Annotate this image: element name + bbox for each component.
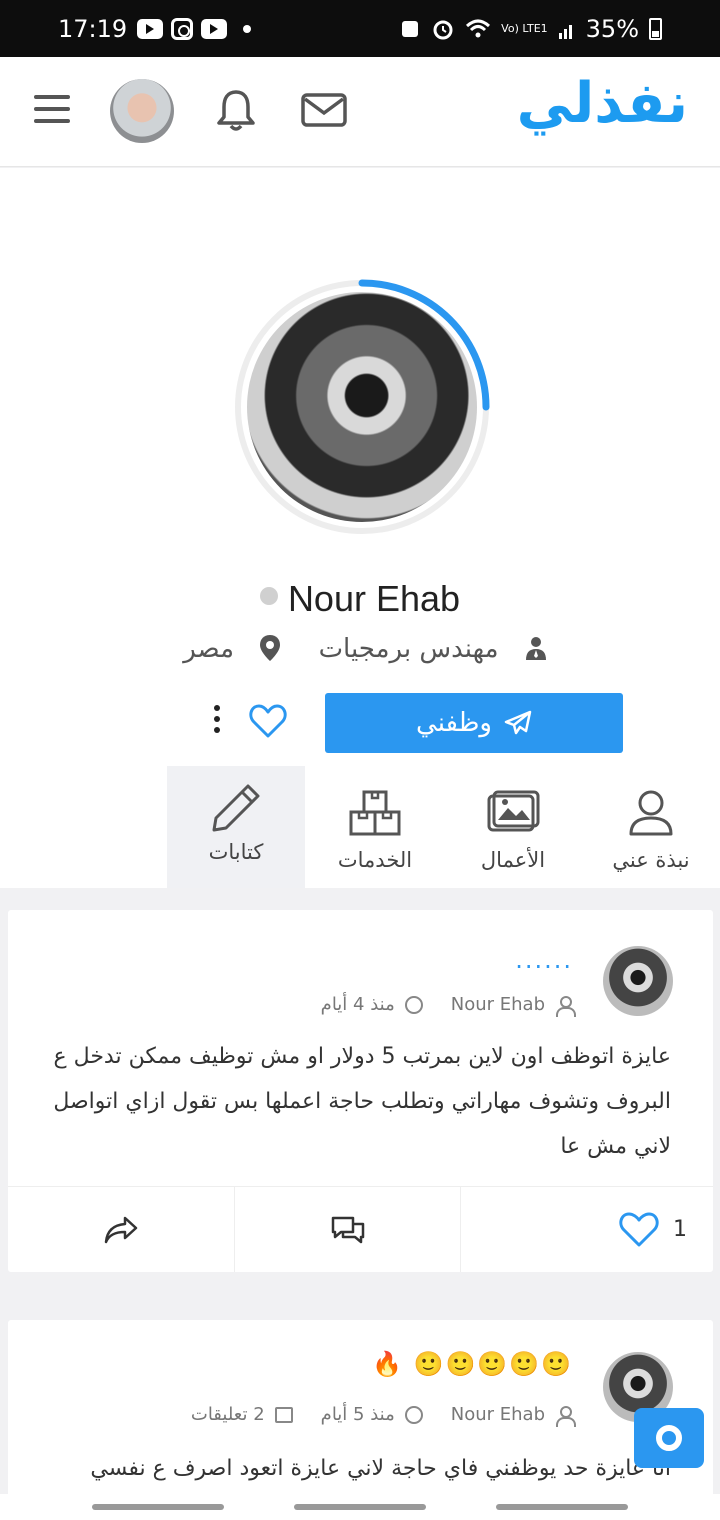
post-title[interactable]: ...... — [515, 946, 573, 974]
post-comments-text: 2 تعليقات — [190, 1404, 265, 1425]
battery-percent: 35% — [585, 14, 639, 43]
tab-writings[interactable]: كتابات — [167, 766, 305, 888]
system-icons: Vo) LTE1 35% — [399, 15, 662, 43]
battery-icon — [649, 17, 662, 40]
share-icon — [104, 1216, 138, 1243]
profile-avatar — [233, 278, 491, 536]
instagram-icon — [171, 17, 194, 40]
location-text: مصر — [183, 634, 235, 664]
tab-works[interactable]: الأعمال — [444, 766, 582, 888]
tab-works-label: الأعمال — [480, 848, 546, 872]
tab-about-label: نبذة عني — [612, 848, 690, 872]
post-time: منذ 4 أيام — [321, 994, 423, 1015]
post-card: ...... Nour Ehab منذ 4 أيام عايزة اتوظف … — [8, 910, 713, 1272]
clock-icon — [404, 1405, 423, 1424]
clock-icon — [404, 995, 423, 1014]
boxes-icon — [349, 790, 401, 836]
share-button[interactable] — [8, 1187, 235, 1272]
comment-button[interactable] — [235, 1187, 462, 1272]
user-icon — [629, 790, 673, 836]
mail-icon[interactable] — [301, 93, 347, 127]
profile-meta: مهندس برمجيات مصر — [0, 634, 720, 664]
nav-handle[interactable] — [92, 1504, 224, 1510]
profile-tabs: نبذة عني الأعمال الخدمات كتابات — [0, 766, 720, 888]
profile-photo — [247, 292, 477, 522]
network-label: Vo) LTE1 — [501, 22, 548, 35]
post-actions: 1 — [8, 1187, 713, 1272]
comments-icon — [331, 1216, 364, 1243]
fire-icon: 🔥 — [372, 1350, 404, 1378]
nav-handle[interactable] — [496, 1504, 628, 1510]
like-button[interactable]: 1 — [461, 1187, 713, 1272]
post-card: 🙂🙂🙂🙂🙂 🔥 Nour Ehab منذ 5 أيام 2 تعليقات ا… — [8, 1320, 713, 1500]
upload-icon — [402, 20, 419, 37]
bell-icon[interactable] — [214, 87, 258, 133]
tab-about[interactable]: نبذة عني — [582, 766, 720, 888]
youtube-icon — [137, 18, 164, 39]
wifi-icon — [466, 19, 491, 37]
paper-plane-icon — [504, 710, 532, 735]
tab-writings-label: كتابات — [208, 840, 264, 864]
comment-icon — [274, 1406, 293, 1423]
tab-services[interactable]: الخدمات — [306, 766, 444, 888]
profile-name-text: Nour Ehab — [287, 578, 461, 619]
avatar[interactable] — [110, 79, 174, 143]
status-bar: 17:19 Vo) LTE1 35% — [0, 0, 720, 57]
favorite-heart-icon[interactable] — [248, 701, 288, 741]
post-title[interactable]: 🙂🙂🙂🙂🙂 🔥 — [372, 1350, 573, 1378]
more-options-icon[interactable] — [210, 705, 224, 737]
user-icon — [555, 995, 576, 1017]
post-author-name: Nour Ehab — [450, 994, 545, 1015]
youtube-icon — [201, 18, 228, 39]
post-comments[interactable]: 2 تعليقات — [191, 1404, 293, 1425]
life-ring-icon — [656, 1425, 682, 1451]
system-nav-bar — [0, 1494, 720, 1520]
job-title-text: مهندس برمجيات — [318, 634, 499, 664]
post-time: منذ 5 أيام — [321, 1404, 423, 1425]
app-header: نفذلي — [0, 57, 720, 167]
support-button[interactable] — [634, 1408, 704, 1468]
post-body: عايزة اتوظف اون لاين بمرتب 5 دولار او مش… — [53, 1044, 671, 1159]
post-meta: Nour Ehab منذ 4 أيام — [321, 994, 576, 1017]
post-author[interactable]: Nour Ehab — [450, 1404, 576, 1427]
nav-handle[interactable] — [294, 1504, 426, 1510]
gallery-icon — [487, 790, 540, 832]
status-time: 17:19 — [58, 14, 128, 43]
logo[interactable]: نفذلي — [517, 71, 688, 136]
user-icon — [555, 1405, 576, 1427]
post-author-name: Nour Ehab — [450, 1404, 545, 1425]
online-status-dot — [259, 587, 278, 605]
dot-icon — [243, 24, 252, 33]
heart-icon — [619, 1212, 659, 1246]
map-pin-icon — [260, 635, 281, 661]
post-time-text: منذ 4 أيام — [320, 994, 395, 1015]
alarm-icon — [433, 20, 453, 39]
user-tie-icon — [525, 637, 546, 660]
hire-me-label: وظفني — [416, 708, 492, 738]
pencil-icon — [212, 784, 260, 832]
hamburger-icon[interactable] — [34, 95, 70, 125]
tab-services-label: الخدمات — [337, 848, 413, 872]
signal-icon — [558, 24, 572, 39]
post-author[interactable]: Nour Ehab — [450, 994, 576, 1017]
like-count: 1 — [673, 1217, 688, 1242]
profile-name: Nour Ehab — [0, 578, 720, 620]
notification-icons — [137, 17, 252, 40]
post-time-text: منذ 5 أيام — [320, 1404, 395, 1425]
profile-card: Nour Ehab مهندس برمجيات مصر وظفني نبذة ع… — [0, 168, 720, 888]
post-title-text: 🙂🙂🙂🙂🙂 — [413, 1350, 573, 1378]
post-body: انا عايزة حد يوظفني فاي حاجة لاني عايزة … — [90, 1456, 671, 1481]
location: مصر — [173, 634, 281, 664]
hire-me-button[interactable]: وظفني — [325, 693, 623, 753]
post-author-avatar[interactable] — [603, 946, 673, 1016]
post-meta: Nour Ehab منذ 5 أيام 2 تعليقات — [191, 1404, 576, 1427]
job-title: مهندس برمجيات — [300, 634, 546, 664]
